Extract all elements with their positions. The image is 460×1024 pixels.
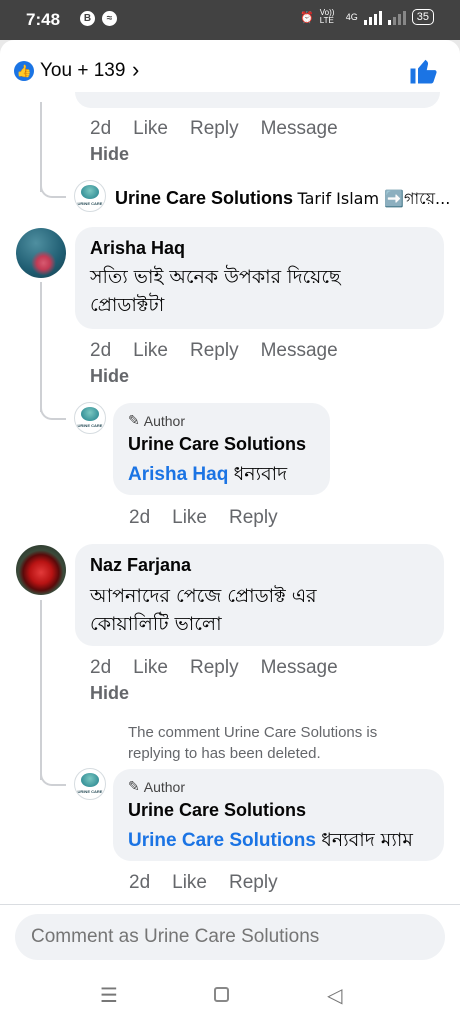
clock: 7:48 <box>26 10 61 29</box>
status-bar: 7:48 B ≈ ⏰ Vo)) LTE 4G 35 <box>0 0 460 40</box>
deleted-note-line2: replying to has been deleted. <box>128 745 321 762</box>
page-logo-icon <box>81 407 99 421</box>
comments-sheet: 👍 You + 139 › 2d Like Reply Message Hide… <box>0 40 460 968</box>
logo-text: URINE CARE <box>77 423 103 428</box>
signal2-icon <box>387 9 406 25</box>
commenter-name[interactable]: Arisha Haq <box>90 238 185 259</box>
like-button[interactable]: Like <box>133 340 168 362</box>
reply-button[interactable]: Reply <box>229 872 278 894</box>
like-reaction-icon: 👍 <box>14 61 34 81</box>
thread-connector <box>40 758 66 786</box>
message-button[interactable]: Message <box>261 340 338 362</box>
author-badge: ✎ Author <box>128 778 185 795</box>
reply-author-name[interactable]: Urine Care Solutions <box>128 800 306 821</box>
like-thumb-icon[interactable] <box>408 56 438 86</box>
comment2-actions: 2d Like Reply Message <box>90 340 338 362</box>
comment-bubble[interactable]: Arisha Haq সত্যি ভাই অনেক উপকার দিয়েছে … <box>75 227 444 329</box>
reply-button[interactable]: Reply <box>190 340 239 362</box>
comment-text-line1: আপনাদের পেজে প্রোডাক্ট এর <box>90 585 317 607</box>
mention-link[interactable]: Urine Care Solutions <box>128 830 316 851</box>
alarm-icon: ⏰ <box>300 11 314 24</box>
recents-icon[interactable]: ☰ <box>100 986 118 1006</box>
collapsed-reply[interactable]: Urine Care Solutions Tarif Islam ➡️গায়ে… <box>115 186 450 213</box>
comment-input[interactable] <box>15 914 445 960</box>
previous-bubble-edge <box>75 92 440 108</box>
comment-text-line1: সত্যি ভাই অনেক উপকার দিয়েছে <box>90 266 341 288</box>
system-nav-bar: ☰ ◁ <box>0 968 460 1024</box>
comment-text-line2: প্রোডাক্টটা <box>90 294 165 316</box>
page-avatar[interactable]: URINE CARE <box>74 768 106 800</box>
collapsed-reply-text: Tarif Islam ➡️গায়ে... <box>297 189 450 208</box>
signal-icon <box>363 9 382 25</box>
reply-bubble[interactable]: ✎ Author Urine Care Solutions Arisha Haq … <box>113 403 330 495</box>
like-button[interactable]: Like <box>133 118 168 140</box>
reply-body: ধন্যবাদ ম্যাম <box>321 829 413 851</box>
battery-icon: 35 <box>411 9 434 25</box>
back-icon[interactable]: ◁ <box>327 986 342 1006</box>
timestamp: 2d <box>129 872 151 893</box>
author-label: Author <box>143 778 185 795</box>
reply-body: ধন্যবাদ <box>233 463 288 485</box>
timestamp: 2d <box>90 118 112 139</box>
status-icons: ⏰ Vo)) LTE 4G 35 <box>300 9 434 25</box>
mention-link[interactable]: Arisha Haq <box>128 464 228 485</box>
network-label: 4G <box>345 12 358 22</box>
comment-bubble[interactable]: Naz Farjana আপনাদের পেজে প্রোডাক্ট এর কো… <box>75 544 444 646</box>
reply-button[interactable]: Reply <box>190 118 239 140</box>
reply2-actions: 2d Like Reply <box>129 507 278 529</box>
reply-text: Urine Care Solutions ধন্যবাদ ম্যাম <box>128 826 439 858</box>
thread-connector <box>40 392 66 420</box>
reply3-actions: 2d Like Reply <box>129 872 278 894</box>
reply1-actions: 2d Like Reply Message <box>90 118 338 140</box>
reactions-count[interactable]: You + 139 <box>40 60 125 82</box>
message-button[interactable]: Message <box>261 118 338 140</box>
author-label: Author <box>143 412 185 429</box>
hide-button[interactable]: Hide <box>90 366 129 387</box>
pencil-icon: ✎ <box>128 778 140 794</box>
comment-composer <box>0 904 460 968</box>
page-logo-icon <box>81 185 99 199</box>
collapsed-reply-name: Urine Care Solutions <box>115 188 294 208</box>
reply-bubble[interactable]: ✎ Author Urine Care Solutions Urine Care … <box>113 769 444 861</box>
chevron-right-icon[interactable]: › <box>132 59 139 81</box>
pencil-icon: ✎ <box>128 412 140 428</box>
deleted-comment-note: The comment Urine Care Solutions is repl… <box>128 722 377 764</box>
author-badge: ✎ Author <box>128 412 185 429</box>
comment-text-line2: কোয়ালিটি ভালো <box>90 613 222 635</box>
comment3-actions: 2d Like Reply Message <box>90 657 338 679</box>
like-button[interactable]: Like <box>133 657 168 679</box>
hide-button[interactable]: Hide <box>90 144 129 165</box>
volte-label: Vo)) LTE <box>319 8 335 25</box>
like-button[interactable]: Like <box>172 872 207 894</box>
timestamp: 2d <box>129 507 151 528</box>
thread-connector <box>40 170 66 198</box>
deleted-note-line1: The comment Urine Care Solutions is <box>128 724 378 741</box>
b-notification-icon: B <box>80 11 95 26</box>
message-button[interactable]: Message <box>261 657 338 679</box>
reply-author-name[interactable]: Urine Care Solutions <box>128 434 306 455</box>
home-icon[interactable] <box>214 987 229 1002</box>
timestamp: 2d <box>90 657 112 678</box>
hide-button[interactable]: Hide <box>90 683 129 704</box>
naz-avatar[interactable] <box>16 545 66 595</box>
reply-text: Arisha Haq ধন্যবাদ <box>128 460 287 492</box>
page-avatar[interactable]: URINE CARE <box>74 180 106 212</box>
logo-text: URINE CARE <box>77 789 103 794</box>
commenter-name[interactable]: Naz Farjana <box>90 555 191 576</box>
arisha-avatar[interactable] <box>16 228 66 278</box>
like-button[interactable]: Like <box>172 507 207 529</box>
logo-text: URINE CARE <box>77 201 103 206</box>
messenger-icon: ≈ <box>102 11 117 26</box>
page-logo-icon <box>81 773 99 787</box>
page-avatar[interactable]: URINE CARE <box>74 402 106 434</box>
thread-line <box>40 600 42 780</box>
timestamp: 2d <box>90 340 112 361</box>
reply-button[interactable]: Reply <box>190 657 239 679</box>
reply-button[interactable]: Reply <box>229 507 278 529</box>
